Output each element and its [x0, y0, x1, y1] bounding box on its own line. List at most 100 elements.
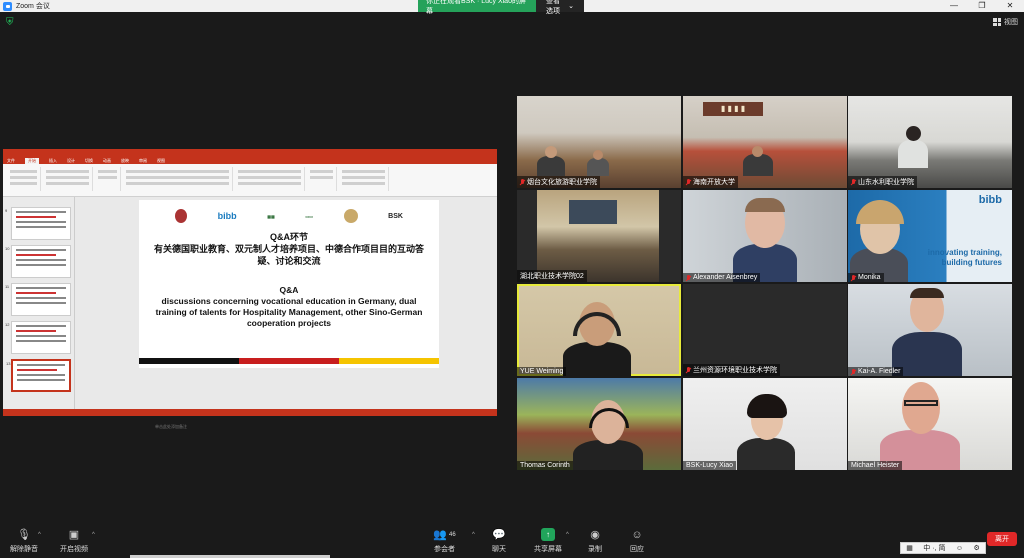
ppt-tab[interactable]: 放映 [121, 158, 129, 164]
current-slide: bibb ▦▦ ▭▭ BSK Q&A环节 有关德国职业教育、双元制人才培养项目、… [139, 200, 439, 368]
participant-name: Thomas Corinth [517, 461, 573, 470]
participants-chevron-up-icon[interactable]: ^ [472, 532, 475, 538]
emblem-logo [343, 209, 358, 223]
muted-mic-icon [686, 274, 691, 281]
bibb-slogan-line1: innovating training, [927, 248, 1002, 257]
ppt-tab[interactable]: 动画 [103, 158, 111, 164]
reactions-button[interactable]: ☺ 回应 [630, 528, 644, 554]
ppt-tab[interactable]: 文件 [7, 158, 15, 164]
slide-subtitle-en: discussions concerning vocational educat… [155, 296, 423, 328]
bsk-logo: BSK [388, 212, 403, 220]
ppt-ribbon-tabs: 文件 开始 插入 设计 切换 动画 放映 审阅 视图 [3, 157, 497, 164]
bibb-slogan-line2: building futures [941, 258, 1002, 267]
ppt-tab[interactable]: 视图 [157, 158, 165, 164]
ime-grid-icon[interactable]: ▦ [906, 544, 913, 552]
participants-icon: 👥 46 [433, 529, 456, 541]
view-options-button[interactable]: 查看选项 ⌄ [536, 0, 584, 15]
ppt-tab-home[interactable]: 开始 [25, 157, 39, 164]
room-screen [569, 200, 617, 224]
slide-title-cn: Q&A环节 [270, 232, 308, 242]
video-tile[interactable]: Thomas Corinth [517, 378, 681, 470]
security-shield-icon[interactable]: ⛨ [6, 17, 16, 28]
participant-name: 烟台文化旅游职业学院 [517, 176, 600, 188]
ppt-title-bar [3, 149, 497, 157]
participant-name: YUE Weiming [517, 367, 567, 376]
video-tile[interactable]: 烟台文化旅游职业学院 [517, 96, 681, 188]
video-tile[interactable]: 湖北职业技术学院02 [517, 190, 681, 282]
slide-subtitle-cn: 有关德国职业教育、双元制人才培养项目、中德合作项目目的互动答疑、讨论和交流 [153, 244, 424, 266]
reactions-emoji-icon: ☺ [631, 528, 643, 541]
muted-mic-icon [520, 179, 525, 185]
slide-logos: bibb ▦▦ ▭▭ BSK [175, 206, 403, 226]
video-tile[interactable]: Michael Heister [848, 378, 1012, 470]
slide-thumbnail[interactable]: 12 [5, 321, 71, 354]
start-video-button[interactable]: ▣ 开启视频 [60, 528, 88, 554]
muted-mic-icon [851, 274, 856, 281]
chat-icon: 💬 [492, 529, 506, 541]
ppt-tab[interactable]: 插入 [49, 158, 57, 164]
video-options-chevron-up-icon[interactable]: ^ [92, 532, 95, 538]
video-tile[interactable]: 兰州资源环境职业技术学院 [683, 284, 847, 376]
meeting-toolbar [0, 524, 1024, 558]
record-button[interactable]: ◉ 录制 [588, 528, 602, 554]
partner-logo: ▦▦ [267, 213, 275, 219]
minimize-icon[interactable]: — [940, 0, 968, 12]
slide-thumbnails-panel[interactable]: 9 10 11 12 13 [3, 197, 75, 409]
muted-mic-icon [851, 368, 856, 375]
ppt-ribbon [3, 164, 497, 197]
chat-button[interactable]: 💬 聊天 [492, 528, 506, 554]
participant-name: Kai-A. Fiedler [848, 367, 904, 376]
participant-name: Michael Heister [848, 461, 903, 470]
unmute-button[interactable]: 🎙 解除静音 [10, 528, 38, 554]
participant-name: 山东水利职业学院 [848, 176, 917, 188]
video-off-icon: ▣ [68, 529, 80, 541]
slide-thumbnail-selected[interactable]: 13 [6, 359, 71, 392]
slide-canvas[interactable]: bibb ▦▦ ▭▭ BSK Q&A环节 有关德国职业教育、双元制人才培养项目、… [75, 197, 497, 429]
slide-thumbnail[interactable]: 10 [5, 245, 71, 278]
participants-button[interactable]: 👥 46 参会者 [433, 528, 456, 554]
share-banner: 你正在观看BSK · Lucy Xiao的屏幕 查看选项 ⌄ [418, 0, 584, 15]
ppt-tab[interactable]: 设计 [67, 158, 75, 164]
shared-screen[interactable]: 文件 开始 插入 设计 切换 动画 放映 审阅 视图 9 10 11 12 13… [3, 149, 497, 429]
ppt-tab[interactable]: 审阅 [139, 158, 147, 164]
close-icon[interactable]: ✕ [996, 0, 1024, 12]
ime-status[interactable]: 中 ·, 简 [923, 543, 945, 553]
view-button-label: 视图 [1004, 19, 1018, 26]
slide-thumbnail[interactable]: 11 [5, 283, 71, 316]
video-tile[interactable]: Kai-A. Fiedler [848, 284, 1012, 376]
video-tile[interactable]: bibb innovating training, building futur… [848, 190, 1012, 282]
participant-name: BSK-Lucy Xiao [683, 461, 737, 470]
partner-logo: ▭▭ [305, 213, 313, 219]
video-tile[interactable]: 山东水利职业学院 [848, 96, 1012, 188]
maximize-icon[interactable]: ❐ [968, 0, 996, 12]
video-tile[interactable]: ▮ ▮ ▮ ▮ 海南开放大学 [683, 96, 847, 188]
view-button[interactable]: 视图 [993, 17, 1018, 27]
ime-settings-gear-icon[interactable]: ⚙ [973, 544, 979, 552]
audio-options-chevron-up-icon[interactable]: ^ [38, 532, 41, 538]
share-screen-button[interactable]: ↑ 共享屏幕 [534, 528, 562, 554]
zoom-logo-icon [3, 1, 12, 11]
bibb-logo: bibb [217, 211, 237, 221]
participant-name: 湖北职业技术学院02 [517, 270, 587, 282]
muted-mic-icon [686, 179, 691, 185]
share-banner-message: 你正在观看BSK · Lucy Xiao的屏幕 [418, 0, 536, 15]
ppt-tab[interactable]: 切换 [85, 158, 93, 164]
bibb-logo: bibb [978, 194, 1002, 206]
notes-pane[interactable]: 单击此处添加备注 [155, 424, 187, 430]
leave-button[interactable]: 离开 [987, 532, 1017, 546]
grid-view-icon [993, 18, 1001, 26]
video-tile-active-speaker[interactable]: YUE Weiming [517, 284, 681, 376]
share-options-chevron-up-icon[interactable]: ^ [566, 532, 569, 538]
video-tile[interactable]: Alexander Aisenbrey [683, 190, 847, 282]
room-banner: ▮ ▮ ▮ ▮ [703, 102, 763, 116]
ime-toolbar[interactable]: ▦ 中 ·, 简 ☺ ⚙ [900, 542, 986, 554]
video-tile[interactable]: BSK-Lucy Xiao [683, 378, 847, 470]
slide-title-en: Q&A [279, 285, 299, 295]
muted-mic-icon [851, 179, 856, 185]
ime-emoji-icon[interactable]: ☺ [956, 545, 963, 552]
muted-mic-icon [686, 367, 691, 373]
record-icon: ◉ [590, 529, 600, 541]
slide-thumbnail[interactable]: 9 [5, 207, 71, 240]
participant-name: Monika [848, 273, 884, 282]
university-seal-logo [175, 209, 187, 223]
